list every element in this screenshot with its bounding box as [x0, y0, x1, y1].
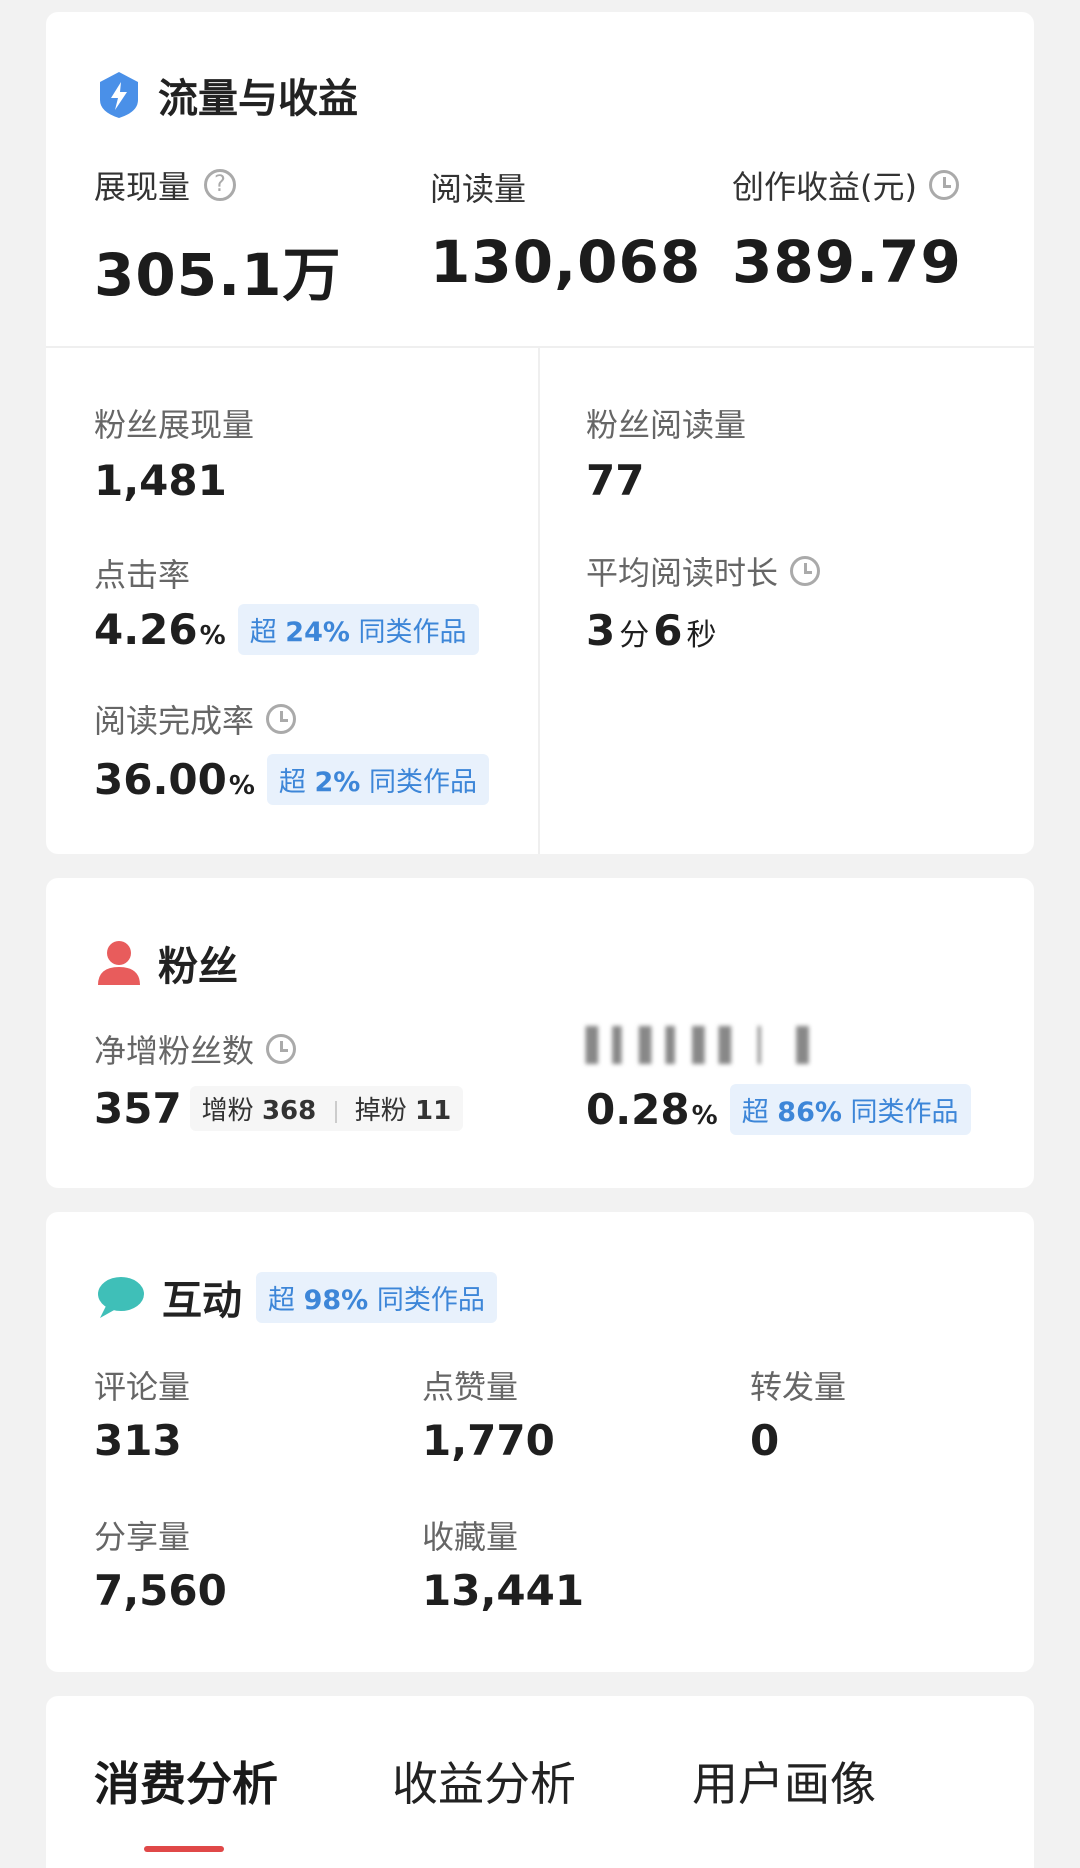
impressions-label-row: 展现量 ?: [94, 162, 237, 208]
fan-change-detail: 增粉 368 掉粉 11: [189, 1086, 464, 1131]
impressions-label: 展现量: [94, 168, 191, 206]
completion-badge: 超 2% 同类作品: [266, 754, 489, 805]
completion-row: 36.00% 超 2% 同类作品: [94, 754, 489, 805]
completion-label-row: 阅读完成率: [94, 696, 297, 742]
interaction-title-row: 互动 超 98% 同类作品: [96, 1268, 497, 1326]
conversion-value: 0.28%: [586, 1085, 718, 1134]
fan-reads-value: 77: [586, 456, 645, 505]
traffic-title: 流量与收益: [158, 76, 358, 122]
fan-impressions-value: 1,481: [94, 456, 227, 505]
active-tab-indicator: [144, 1846, 224, 1852]
shares-label: 分享量: [94, 1518, 191, 1556]
tab-earnings-analysis[interactable]: 收益分析: [392, 1748, 576, 1814]
ctr-row: 4.26% 超 24% 同类作品: [94, 604, 479, 655]
reads-label: 阅读量: [430, 170, 527, 208]
traffic-title-row: 流量与收益: [96, 66, 358, 124]
reads-value: 130,068: [430, 228, 702, 296]
ctr-value: 4.26%: [94, 605, 226, 654]
reposts-label: 转发量: [750, 1368, 847, 1406]
fans-title: 粉丝: [158, 944, 238, 990]
reposts-value: 0: [750, 1416, 780, 1465]
net-growth-label-row: 净增粉丝数: [94, 1026, 297, 1072]
analysis-tabs-card: 消费分析 收益分析 用户画像: [46, 1696, 1034, 1868]
earnings-label-row: 创作收益(元): [732, 162, 959, 208]
redacted-label: ▌▍▌▍▌▌ ▏ ▌: [586, 1026, 824, 1064]
impressions-value: 305.1万: [94, 241, 342, 309]
comments-label: 评论量: [94, 1368, 191, 1406]
avg-read-time-label: 平均阅读时长: [586, 554, 779, 592]
person-icon: [98, 941, 140, 985]
tab-consumption-analysis[interactable]: 消费分析: [94, 1748, 278, 1814]
likes-value: 1,770: [422, 1416, 555, 1465]
conversion-badge: 超 86% 同类作品: [729, 1084, 971, 1135]
conversion-row: 0.28% 超 86% 同类作品: [586, 1084, 971, 1135]
lightning-shield-icon: [100, 72, 138, 118]
likes-label: 点赞量: [422, 1368, 519, 1406]
interaction-badge: 超 98% 同类作品: [256, 1271, 497, 1323]
earnings-value: 389.79: [732, 228, 962, 296]
divider: [538, 348, 540, 854]
fans-card: 粉丝 净增粉丝数 357 增粉 368 掉粉 11 ▌▍▌▍▌▌ ▏ ▌ 0.2…: [46, 878, 1034, 1188]
favorites-value: 13,441: [422, 1566, 585, 1615]
clock-icon: [266, 1034, 297, 1064]
net-growth-label: 净增粉丝数: [94, 1032, 255, 1070]
traffic-card: 流量与收益 展现量 ? 305.1万 阅读量 130,068 创作收益(元) 3…: [46, 12, 1034, 854]
avg-read-time-value: 3 分6 秒: [586, 606, 717, 655]
divider: [46, 346, 1034, 348]
ctr-label: 点击率: [94, 556, 191, 594]
fan-reads-label: 粉丝阅读量: [586, 406, 747, 444]
completion-value: 36.00%: [94, 755, 255, 804]
interaction-title: 互动: [162, 1278, 242, 1324]
shares-value: 7,560: [94, 1566, 227, 1615]
help-icon[interactable]: ?: [204, 169, 237, 201]
clock-icon: [790, 556, 821, 586]
completion-label: 阅读完成率: [94, 702, 255, 740]
clock-icon: [928, 170, 959, 200]
tab-user-profile[interactable]: 用户画像: [692, 1748, 876, 1814]
fans-title-row: 粉丝: [96, 934, 238, 992]
chat-bubble-icon: [98, 1277, 144, 1318]
net-growth-value: 357: [94, 1084, 182, 1133]
favorites-label: 收藏量: [422, 1518, 519, 1556]
net-growth-row: 357 增粉 368 掉粉 11: [94, 1084, 464, 1133]
fan-impressions-label: 粉丝展现量: [94, 406, 255, 444]
ctr-badge: 超 24% 同类作品: [237, 604, 479, 655]
avg-read-time-label-row: 平均阅读时长: [586, 548, 821, 594]
earnings-label: 创作收益(元): [732, 168, 917, 206]
comments-value: 313: [94, 1416, 182, 1465]
clock-icon: [266, 704, 297, 734]
interaction-card: 互动 超 98% 同类作品 评论量 313 点赞量 1,770 转发量 0 分享…: [46, 1212, 1034, 1672]
